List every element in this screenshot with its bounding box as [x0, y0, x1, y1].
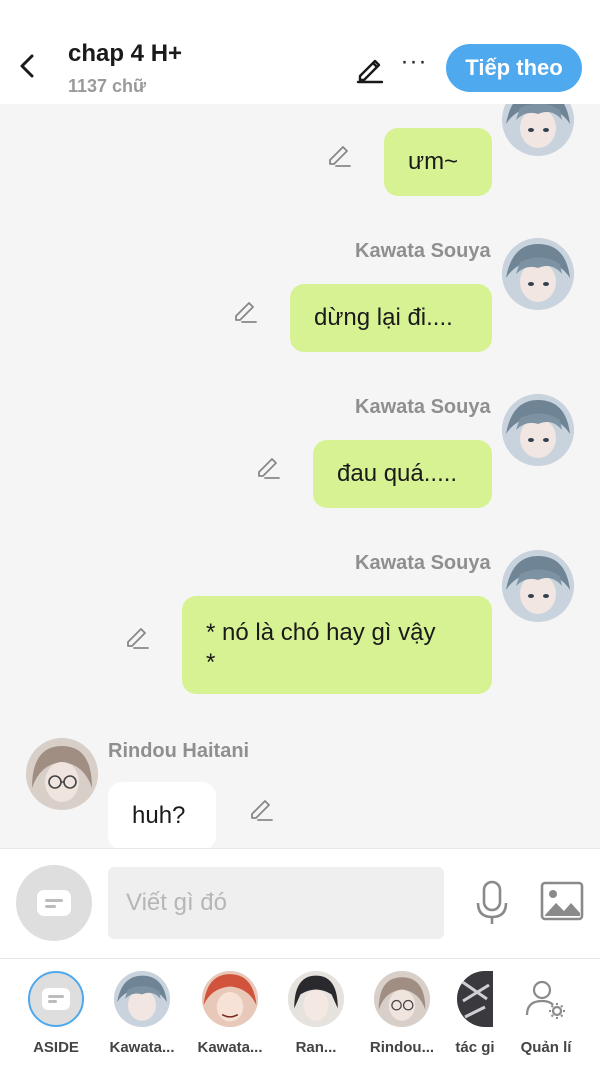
chevron-left-icon: [20, 54, 34, 78]
aside-toggle-button[interactable]: [16, 865, 92, 941]
character-label: Ran...: [295, 1039, 337, 1056]
character-portrait-icon: [374, 971, 430, 1027]
pencil-icon: [127, 628, 149, 649]
character-aside[interactable]: ASIDE: [18, 971, 94, 1056]
message-bubble[interactable]: * nó là chó hay gì vậy *: [182, 596, 492, 694]
aside-icon: [37, 890, 71, 916]
pencil-icon: [329, 146, 351, 167]
character-label: Kawata...: [197, 1039, 263, 1056]
character-portrait-icon: [457, 971, 493, 1027]
character-portrait-icon: [288, 971, 344, 1027]
avatar: [374, 971, 430, 1027]
chapter-title: chap 4 H+: [68, 40, 183, 67]
sender-name: Rindou Haitani: [108, 740, 250, 762]
edit-message-button[interactable]: [232, 296, 260, 324]
edit-message-button[interactable]: [124, 622, 152, 650]
sender-name: Kawata Souya: [355, 240, 491, 262]
message-text-line: *: [206, 649, 216, 676]
character-label: Kawata...: [109, 1039, 175, 1056]
chat-area[interactable]: ưm~ Kawata Souya dừng lại đi.... Kawata …: [0, 104, 600, 848]
top-bar: chap 4 H+ 1137 chữ ··· Tiếp theo: [0, 0, 600, 104]
message-bubble[interactable]: dừng lại đi....: [290, 284, 492, 352]
edit-message-button[interactable]: [326, 140, 354, 168]
manage-characters-button[interactable]: Quản lí: [510, 971, 582, 1056]
aside-avatar: [28, 971, 84, 1027]
character-portrait-icon: [26, 738, 98, 810]
message-input[interactable]: [108, 867, 444, 939]
sender-name: Kawata Souya: [355, 552, 491, 574]
edit-title-button[interactable]: [354, 52, 386, 84]
avatar-kawata-souya[interactable]: [502, 394, 574, 466]
message-bubble[interactable]: đau quá.....: [313, 440, 492, 508]
insert-image-button[interactable]: [540, 881, 584, 921]
character-author[interactable]: tác gi: [440, 971, 510, 1056]
manage-label: Quản lí: [520, 1039, 572, 1056]
aside-icon: [42, 988, 70, 1010]
avatar: [202, 971, 258, 1027]
message-bubble[interactable]: huh?: [108, 782, 216, 848]
character-portrait-icon: [114, 971, 170, 1027]
edit-message-button[interactable]: [255, 452, 283, 480]
character-kawata-1[interactable]: Kawata...: [104, 971, 180, 1056]
manage-icon-wrap: [518, 971, 574, 1027]
back-button[interactable]: [14, 50, 42, 82]
pencil-icon: [251, 800, 273, 821]
avatar-kawata-souya[interactable]: [502, 238, 574, 310]
pencil-icon: [235, 302, 257, 323]
character-portrait-icon: [502, 550, 574, 622]
character-portrait-icon: [502, 238, 574, 310]
word-count: 1137 chữ: [68, 76, 147, 96]
sender-name: Kawata Souya: [355, 396, 491, 418]
character-rindou[interactable]: Rindou...: [364, 971, 440, 1056]
message-text-line: * nó là chó hay gì vậy: [206, 619, 436, 646]
character-ran[interactable]: Ran...: [278, 971, 354, 1056]
character-portrait-icon: [502, 394, 574, 466]
microphone-icon: [476, 880, 508, 924]
character-selector-bar: ASIDE Kawata... Kawata... Ran... Rindou.…: [0, 958, 600, 1067]
avatar: [288, 971, 344, 1027]
character-label: Rindou...: [369, 1039, 435, 1056]
avatar-rindou-haitani[interactable]: [26, 738, 98, 810]
avatar: [457, 971, 493, 1027]
character-portrait-icon: [502, 104, 574, 156]
character-kawata-2[interactable]: Kawata...: [192, 971, 268, 1056]
edit-message-button[interactable]: [248, 794, 276, 822]
user-settings-icon: [525, 980, 565, 1019]
next-button[interactable]: Tiếp theo: [446, 44, 582, 92]
character-label: tác gi: [455, 1039, 495, 1056]
message-composer: [0, 848, 600, 958]
avatar-kawata-souya[interactable]: [502, 550, 574, 622]
character-portrait-icon: [202, 971, 258, 1027]
avatar-kawata-souya[interactable]: [502, 104, 574, 156]
microphone-button[interactable]: [472, 879, 512, 927]
pencil-icon: [356, 59, 384, 84]
pencil-icon: [258, 458, 280, 479]
image-icon: [540, 881, 584, 921]
character-label: ASIDE: [33, 1039, 79, 1056]
message-bubble[interactable]: ưm~: [384, 128, 492, 196]
avatar: [114, 971, 170, 1027]
more-options-button[interactable]: ···: [400, 50, 428, 80]
